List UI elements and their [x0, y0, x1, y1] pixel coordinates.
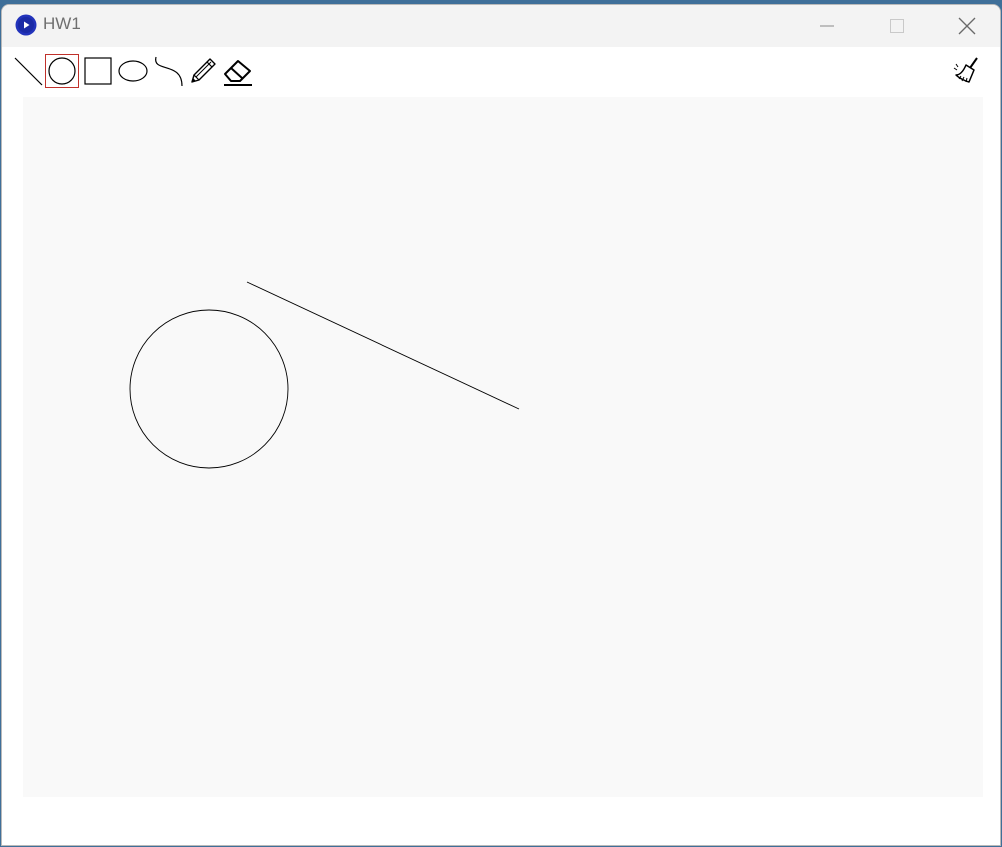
eraser-tool[interactable]: [221, 54, 255, 88]
curve-icon: [155, 56, 183, 87]
circle-icon: [48, 57, 76, 85]
minimize-button[interactable]: [804, 5, 850, 47]
drawn-circle: [129, 309, 289, 469]
eraser-icon: [224, 60, 252, 86]
window-title: HW1: [43, 14, 81, 33]
minimize-icon: [820, 25, 834, 27]
app-icon: [15, 14, 37, 36]
curve-tool[interactable]: [151, 54, 185, 88]
toolbar: [2, 47, 1000, 95]
broom-icon: [953, 57, 978, 83]
pencil-icon: [191, 58, 216, 83]
ellipse-icon: [118, 60, 148, 82]
close-button[interactable]: [944, 5, 990, 47]
bottom-area: [2, 797, 1000, 845]
drawing-surface: [129, 281, 520, 469]
clear-canvas-tool[interactable]: [950, 54, 984, 88]
circle-tool[interactable]: [45, 54, 79, 88]
rectangle-icon: [84, 57, 112, 85]
maximize-button[interactable]: [874, 5, 920, 47]
rectangle-tool[interactable]: [81, 54, 115, 88]
line-icon: [14, 57, 43, 86]
maximize-icon: [890, 19, 904, 33]
ellipse-tool[interactable]: [116, 54, 150, 88]
drawing-canvas[interactable]: [23, 97, 983, 797]
app-window: HW1: [1, 4, 1001, 846]
close-icon: [958, 17, 976, 35]
title-bar[interactable]: HW1: [2, 5, 1000, 47]
pencil-tool[interactable]: [186, 54, 220, 88]
line-tool[interactable]: [11, 54, 45, 88]
